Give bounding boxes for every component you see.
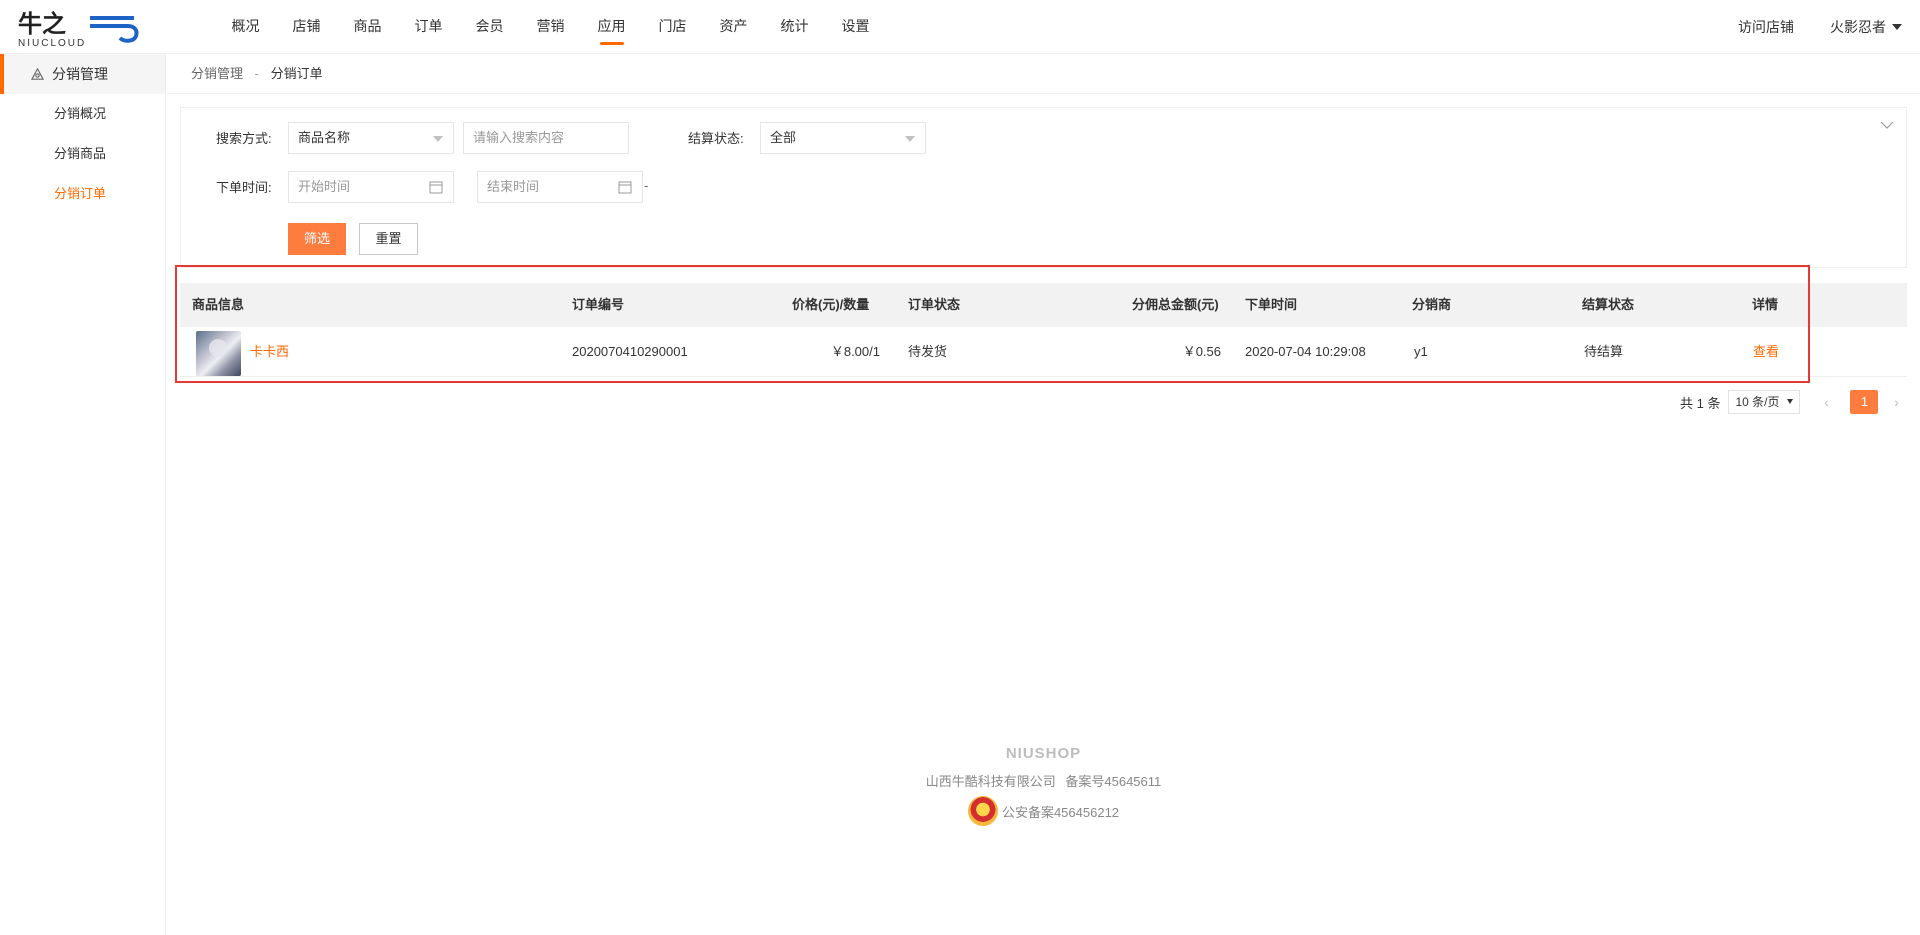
sidebar-item[interactable]: 分销商品 <box>0 134 165 174</box>
logo-graphic: 牛之 NIUCLOUD <box>18 10 139 49</box>
column-header: 订单编号 <box>572 297 625 312</box>
footer-brand: NIUSHOP <box>1005 745 1082 762</box>
search-input[interactable]: 请输入搜索内容 <box>463 122 629 154</box>
breadcrumb: 分销管理 - 分销订单 <box>167 54 1920 94</box>
svg-text:NIUCLOUD: NIUCLOUD <box>18 38 86 48</box>
column-header: 价格(元)/数量 <box>792 297 870 312</box>
date-range-dash: - <box>644 178 649 193</box>
next-page-icon[interactable]: › <box>1884 390 1908 414</box>
breadcrumb-parent[interactable]: 分销管理 <box>191 66 243 81</box>
total-count: 共 1 条 <box>1680 395 1721 411</box>
column-header: 订单状态 <box>908 297 961 312</box>
footer-police[interactable]: 公安备案456456212 <box>1002 802 1119 821</box>
order-time-label: 下单时间: <box>216 180 272 195</box>
calendar-icon <box>618 181 632 194</box>
visit-store-link[interactable]: 访问店铺 <box>1738 17 1794 37</box>
price-quantity: ￥8.00/1 <box>830 344 880 359</box>
police-badge-icon <box>967 796 998 826</box>
search-input-placeholder: 请输入搜索内容 <box>473 130 565 145</box>
caret-down-icon <box>1892 24 1902 30</box>
caret-down-icon <box>1787 399 1794 404</box>
svg-text:牛之: 牛之 <box>18 10 66 38</box>
prev-page-icon[interactable]: ‹ <box>1814 390 1838 414</box>
network-icon <box>30 67 45 80</box>
view-detail-link[interactable]: 查看 <box>1753 327 1779 377</box>
sidebar-item[interactable]: 分销概况 <box>0 94 165 134</box>
sidebar-group-distribution[interactable]: 分销管理 <box>0 54 165 94</box>
goods-name-link[interactable]: 卡卡西 <box>250 327 289 377</box>
column-header: 分佣总金额(元) <box>1132 297 1219 312</box>
calendar-icon <box>429 181 443 194</box>
page-number[interactable]: 1 <box>1850 390 1879 414</box>
page-size-select[interactable]: 10 条/页 <box>1728 390 1801 414</box>
nav-item[interactable]: 门店 <box>642 0 703 54</box>
user-name: 火影忍者 <box>1830 19 1886 35</box>
collapse-chevron-icon[interactable] <box>1880 120 1894 130</box>
column-header: 商品信息 <box>192 297 245 312</box>
reset-button[interactable]: 重置 <box>359 223 418 255</box>
top-right-area: 访问店铺 火影忍者 <box>1738 0 1902 54</box>
niucloud-logo[interactable]: 牛之 NIUCLOUD <box>18 8 148 49</box>
settle-status-label: 结算状态: <box>688 131 744 146</box>
page-size-value: 10 条/页 <box>1735 395 1780 409</box>
orders-table: 商品信息 订单编号 价格(元)/数量 订单状态 分佣总金额(元) 下单时间 分销商 结算状态 详… <box>180 283 1907 377</box>
nav-item[interactable]: 设置 <box>825 0 886 54</box>
column-header: 分销商 <box>1412 297 1452 312</box>
footer-icp[interactable]: 备案号45645611 <box>1065 774 1161 789</box>
nav-item[interactable]: 商品 <box>337 0 398 54</box>
settle-status-value: 全部 <box>770 130 797 145</box>
search-mode-select[interactable]: 商品名称 <box>288 122 454 154</box>
filter-panel: 搜索方式: 商品名称 请输入搜索内容 结算状态: 全部 下单时间: 开始时间 -… <box>180 107 1907 268</box>
nav-item[interactable]: 订单 <box>398 0 459 54</box>
footer: NIUSHOP 山西牛酷科技有限公司 备案号45645611 公安备案45645… <box>167 745 1920 829</box>
sidebar: 分销管理 分销概况 分销商品 分销订单 <box>0 54 166 935</box>
search-mode-label: 搜索方式: <box>216 131 272 146</box>
table-row: 卡卡西 2020070410290001 ￥8.00/1 待发货 ￥0.56 2020-0… <box>180 327 1907 377</box>
sidebar-item[interactable]: 分销订单 <box>0 174 165 214</box>
breadcrumb-separator: - <box>254 66 259 81</box>
order-number: 2020070410290001 <box>572 344 688 359</box>
search-mode-value: 商品名称 <box>298 130 351 145</box>
footer-police-line: 公安备案456456212 <box>967 796 1119 826</box>
goods-thumbnail[interactable] <box>196 331 241 376</box>
order-time: 2020-07-04 10:29:08 <box>1245 344 1366 359</box>
nav-item[interactable]: 会员 <box>459 0 520 54</box>
column-header: 下单时间 <box>1245 297 1298 312</box>
nav-item[interactable]: 店铺 <box>276 0 337 54</box>
footer-company: 山西牛酷科技有限公司 <box>925 774 1056 789</box>
pagination: 共 1 条 10 条/页 ‹ 1 › <box>1680 390 1908 414</box>
chevron-down-icon <box>433 136 443 142</box>
footer-company-line: 山西牛酷科技有限公司 备案号45645611 <box>167 771 1920 790</box>
end-time-input[interactable]: 结束时间 <box>477 171 643 203</box>
breadcrumb-current: 分销订单 <box>270 66 323 81</box>
column-header: 结算状态 <box>1582 297 1635 312</box>
user-menu[interactable]: 火影忍者 <box>1830 17 1902 37</box>
settle-status-select[interactable]: 全部 <box>760 122 926 154</box>
start-time-input[interactable]: 开始时间 <box>288 171 454 203</box>
start-time-placeholder: 开始时间 <box>298 179 351 194</box>
nav-item[interactable]: 统计 <box>764 0 825 54</box>
table-header: 商品信息 订单编号 价格(元)/数量 订单状态 分佣总金额(元) 下单时间 分销商 结算状态 详… <box>180 283 1907 327</box>
nav-item[interactable]: 概况 <box>215 0 276 54</box>
commission-amount: ￥0.56 <box>1182 344 1221 359</box>
order-status: 待发货 <box>908 344 948 359</box>
nav-item[interactable]: 营销 <box>520 0 581 54</box>
nav-item[interactable]: 应用 <box>581 0 642 54</box>
filter-button[interactable]: 筛选 <box>288 223 346 255</box>
nav-item[interactable]: 资产 <box>703 0 764 54</box>
settle-status: 待结算 <box>1584 344 1624 359</box>
chevron-down-icon <box>905 136 915 142</box>
top-header: 牛之 NIUCLOUD 概况 店铺 商品 订单 会员 营销 应用 门店 资产 统计 设置 访问店铺 … <box>0 0 1920 54</box>
sidebar-group-label: 分销管理 <box>52 66 108 82</box>
column-header: 详情 <box>1752 297 1779 312</box>
main-nav: 概况 店铺 商品 订单 会员 营销 应用 门店 资产 统计 设置 <box>215 0 886 54</box>
end-time-placeholder: 结束时间 <box>487 179 540 194</box>
distributor: y1 <box>1414 344 1428 359</box>
